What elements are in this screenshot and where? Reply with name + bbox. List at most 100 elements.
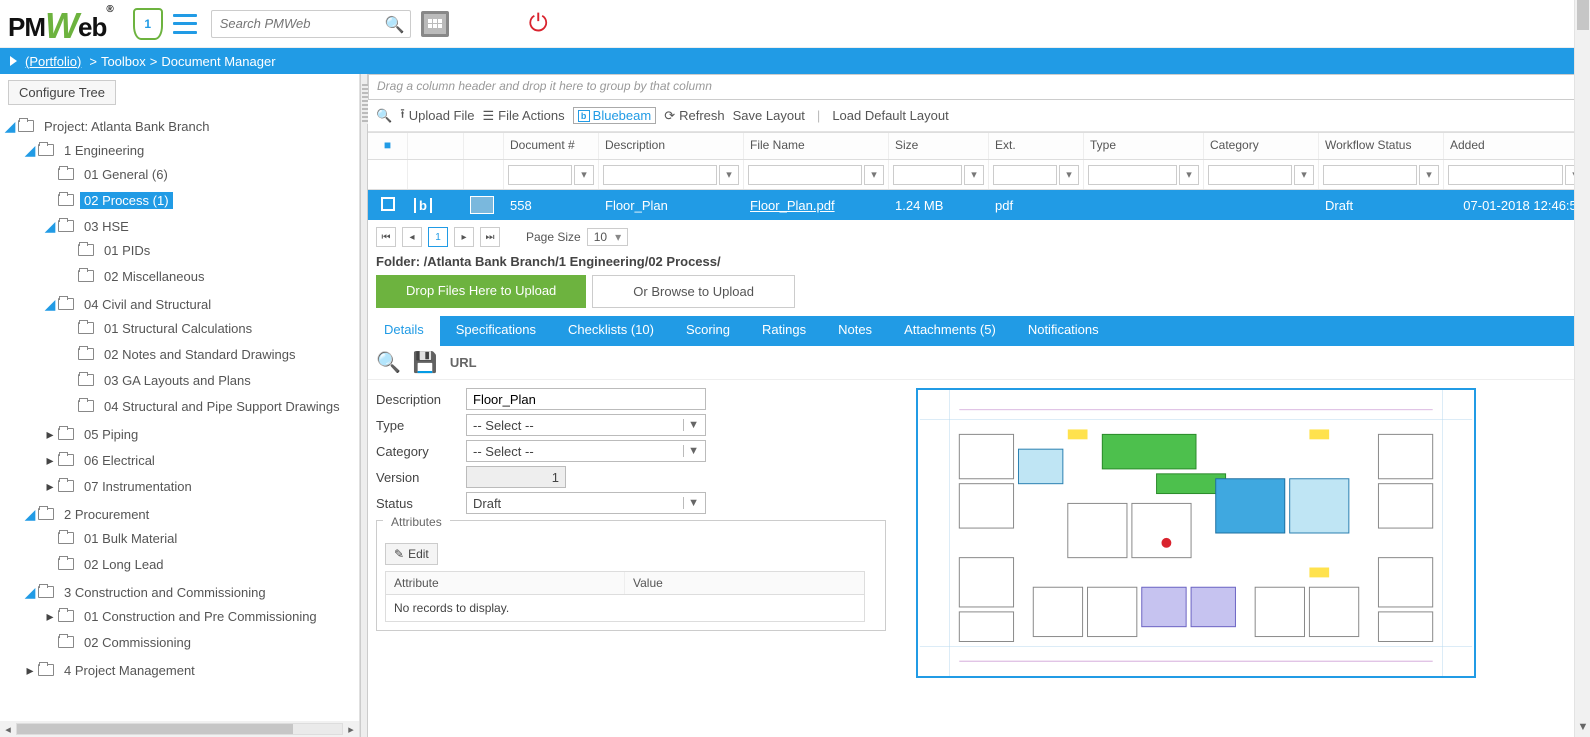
attr-col-attribute[interactable]: Attribute xyxy=(386,572,625,594)
tab-details[interactable]: Details xyxy=(368,316,440,346)
tree-node-longlead[interactable]: 02 Long Lead xyxy=(4,553,355,575)
tree-node-commissioning[interactable]: 02 Commissioning xyxy=(4,631,355,653)
tab-specifications[interactable]: Specifications xyxy=(440,316,552,346)
row-checkbox[interactable] xyxy=(381,197,395,211)
col-description[interactable]: Description xyxy=(599,133,744,159)
file-actions-button[interactable]: ☰File Actions xyxy=(483,108,565,124)
tab-checklists[interactable]: Checklists (10) xyxy=(552,316,670,346)
page-current[interactable]: 1 xyxy=(428,227,448,247)
tree-node-piping[interactable]: ▸05 Piping xyxy=(4,423,355,445)
search-icon[interactable]: 🔍 xyxy=(376,350,401,375)
tree-horizontal-scrollbar[interactable]: ◂▸ xyxy=(0,721,359,737)
filter-icon[interactable]: ▾ xyxy=(1419,165,1439,185)
filter-icon[interactable]: ▾ xyxy=(1294,165,1314,185)
category-select[interactable]: -- Select --▼ xyxy=(466,440,706,462)
search-icon[interactable]: 🔍 xyxy=(385,15,405,35)
tree-node-instrumentation[interactable]: ▸07 Instrumentation xyxy=(4,475,355,497)
page-next-button[interactable]: ▸ xyxy=(454,227,474,247)
drop-files-button[interactable]: Drop Files Here to Upload xyxy=(376,275,586,308)
tab-notes[interactable]: Notes xyxy=(822,316,888,346)
filter-icon[interactable]: ▾ xyxy=(1179,165,1199,185)
document-preview[interactable] xyxy=(916,388,1476,678)
filter-category-input[interactable] xyxy=(1208,165,1292,185)
attr-col-value[interactable]: Value xyxy=(625,572,864,594)
select-all-checkbox[interactable]: ■ xyxy=(368,133,408,159)
tab-notifications[interactable]: Notifications xyxy=(1012,316,1115,346)
tree-node-notes-drawings[interactable]: 02 Notes and Standard Drawings xyxy=(4,343,355,365)
filter-icon[interactable]: ▾ xyxy=(574,165,594,185)
bluebeam-row-icon[interactable]: b xyxy=(414,198,432,213)
col-size[interactable]: Size xyxy=(889,133,989,159)
breadcrumb-portfolio[interactable]: (Portfolio) xyxy=(25,54,81,69)
filter-filename-input[interactable] xyxy=(748,165,862,185)
filter-workflow-input[interactable] xyxy=(1323,165,1417,185)
browse-upload-button[interactable]: Or Browse to Upload xyxy=(592,275,795,308)
tab-ratings[interactable]: Ratings xyxy=(746,316,822,346)
page-first-button[interactable]: ⏮ xyxy=(376,227,396,247)
tree-node-process[interactable]: 02 Process (1) xyxy=(4,189,355,211)
shield-badge[interactable]: 1 xyxy=(133,8,163,40)
type-select[interactable]: -- Select --▼ xyxy=(466,414,706,436)
filter-ext-input[interactable] xyxy=(993,165,1057,185)
tree-node-procurement[interactable]: ◢2 Procurement xyxy=(4,503,355,525)
col-document[interactable]: Document # xyxy=(504,133,599,159)
tree-node-pipe-support[interactable]: 04 Structural and Pipe Support Drawings xyxy=(4,395,355,417)
bluebeam-button[interactable]: bBluebeam xyxy=(573,107,657,124)
thumbnail-icon[interactable] xyxy=(470,196,494,214)
page-prev-button[interactable]: ◂ xyxy=(402,227,422,247)
tree-node-pm[interactable]: ▸4 Project Management xyxy=(4,659,355,681)
tree-node-civil[interactable]: ◢04 Civil and Structural xyxy=(4,293,355,315)
tree-node-general[interactable]: 01 General (6) xyxy=(4,163,355,185)
tab-scoring[interactable]: Scoring xyxy=(670,316,746,346)
filter-document-input[interactable] xyxy=(508,165,572,185)
page-size-select[interactable]: 10▾ xyxy=(587,228,628,246)
description-input[interactable] xyxy=(466,388,706,410)
search-input[interactable] xyxy=(211,10,411,38)
filter-icon[interactable]: ▾ xyxy=(864,165,884,185)
filter-added-input[interactable] xyxy=(1448,165,1563,185)
tree-node-ga-layouts[interactable]: 03 GA Layouts and Plans xyxy=(4,369,355,391)
tree-node-bulk[interactable]: 01 Bulk Material xyxy=(4,527,355,549)
filter-icon[interactable]: ▾ xyxy=(964,165,984,185)
menu-icon[interactable] xyxy=(173,14,197,34)
grid-data-row[interactable]: b 558 Floor_Plan Floor_Plan.pdf 1.24 MB … xyxy=(368,190,1590,220)
tree-node-engineering[interactable]: ◢1 Engineering xyxy=(4,139,355,161)
filter-size-input[interactable] xyxy=(893,165,962,185)
filter-icon[interactable]: ▾ xyxy=(719,165,739,185)
tree-node-hse[interactable]: ◢03 HSE xyxy=(4,215,355,237)
search-button[interactable]: 🔍 xyxy=(376,108,392,124)
col-filename[interactable]: File Name xyxy=(744,133,889,159)
calendar-icon[interactable] xyxy=(421,11,449,37)
breadcrumb-toolbox[interactable]: Toolbox xyxy=(101,54,146,69)
col-workflow[interactable]: Workflow Status xyxy=(1319,133,1444,159)
tree-node-misc[interactable]: 02 Miscellaneous xyxy=(4,265,355,287)
configure-tree-button[interactable]: Configure Tree xyxy=(8,80,116,105)
save-layout-button[interactable]: Save Layout xyxy=(733,108,805,123)
filter-type-input[interactable] xyxy=(1088,165,1177,185)
power-icon[interactable]: ⏻ xyxy=(529,10,548,38)
page-last-button[interactable]: ⏭ xyxy=(480,227,500,247)
tree-node-pids[interactable]: 01 PIDs xyxy=(4,239,355,261)
load-layout-button[interactable]: Load Default Layout xyxy=(832,108,948,123)
cell-filename-link[interactable]: Floor_Plan.pdf xyxy=(750,198,835,213)
column-group-hint[interactable]: Drag a column header and drop it here to… xyxy=(368,74,1590,100)
col-category[interactable]: Category xyxy=(1204,133,1319,159)
col-type[interactable]: Type xyxy=(1084,133,1204,159)
filter-icon[interactable]: ▾ xyxy=(1059,165,1079,185)
tree-node-electrical[interactable]: ▸06 Electrical xyxy=(4,449,355,471)
page-vertical-scrollbar[interactable]: ▲▼ xyxy=(1574,0,1590,737)
tree-node-construction[interactable]: ◢3 Construction and Commissioning xyxy=(4,581,355,603)
save-icon[interactable]: 💾 xyxy=(413,350,438,375)
tree-node-project[interactable]: ◢Project: Atlanta Bank Branch xyxy=(4,115,355,137)
edit-attributes-button[interactable]: ✎Edit xyxy=(385,543,438,565)
upload-file-button[interactable]: ⭱Upload File xyxy=(400,105,474,127)
refresh-button[interactable]: ⟳Refresh xyxy=(664,108,724,124)
tree-node-structural-calc[interactable]: 01 Structural Calculations xyxy=(4,317,355,339)
panel-splitter[interactable] xyxy=(360,74,368,737)
col-ext[interactable]: Ext. xyxy=(989,133,1084,159)
filter-description-input[interactable] xyxy=(603,165,717,185)
tab-attachments[interactable]: Attachments (5) xyxy=(888,316,1012,346)
status-select[interactable]: Draft▼ xyxy=(466,492,706,514)
tree-node-precomm[interactable]: ▸01 Construction and Pre Commissioning xyxy=(4,605,355,627)
col-added[interactable]: Added xyxy=(1444,133,1590,159)
